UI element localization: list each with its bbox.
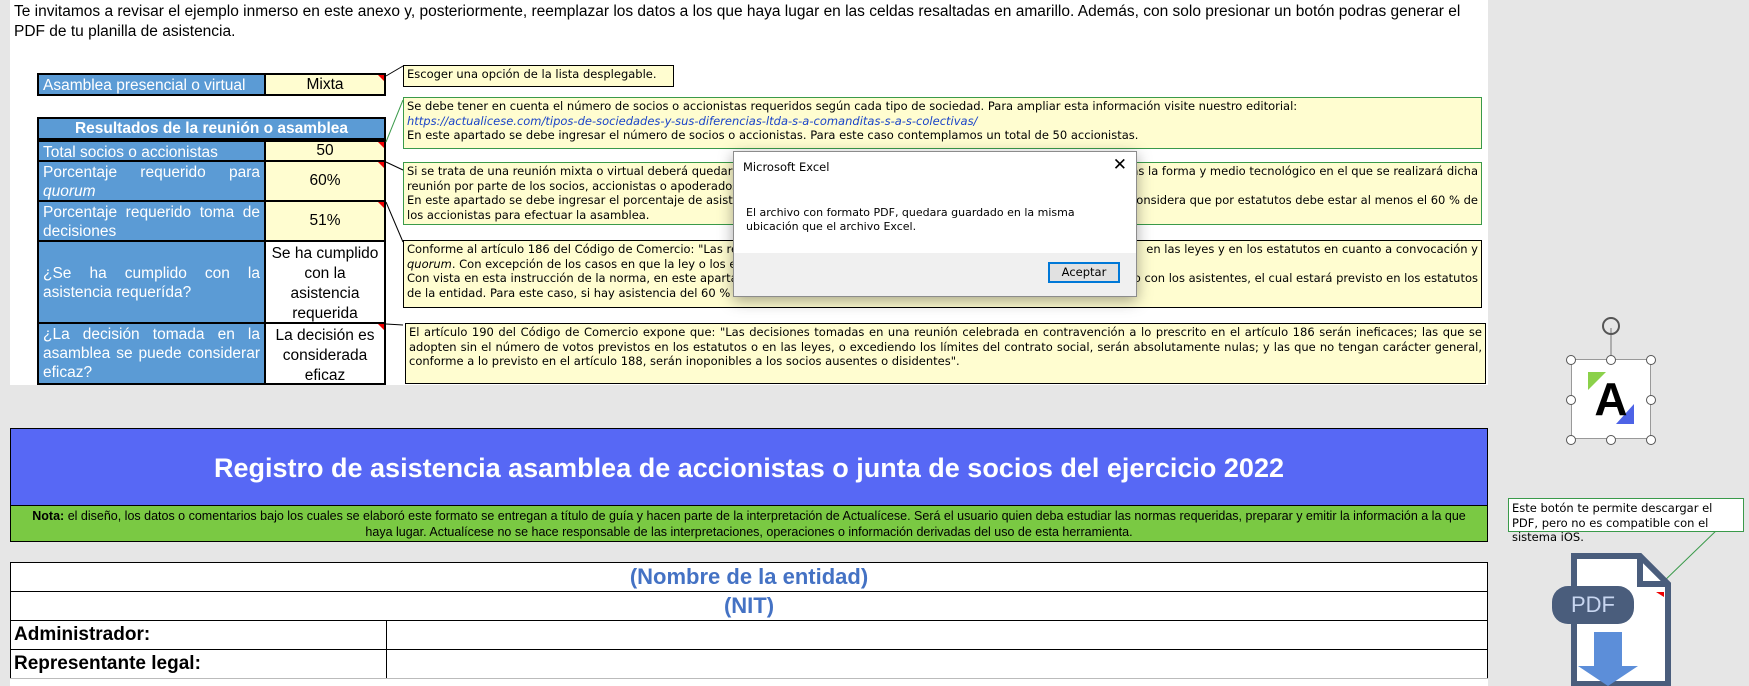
note-text: Con vista en esta instrucción de la norm…: [407, 271, 753, 285]
dialog-footer: Aceptar: [734, 253, 1136, 296]
connector-line: [385, 201, 404, 243]
legal-rep-label: Representante legal:: [11, 650, 387, 678]
selection-handles[interactable]: [1560, 312, 1670, 447]
note-text: as la forma y medio tecnológico en el qu…: [1131, 164, 1478, 178]
connector-line: [385, 161, 404, 171]
note-text: Se debe tener en cuenta el número de soc…: [407, 99, 1298, 113]
note-text: En este apartado se debe ingresar el núm…: [407, 128, 1139, 142]
administrator-label: Administrador:: [11, 621, 387, 649]
note-text: rdo con los asistentes, el cual estará p…: [1121, 271, 1478, 285]
connector-line: [385, 323, 404, 326]
disclaimer-text: el diseño, los datos o comentarios bajo …: [64, 509, 1466, 539]
pdf-button-note: Este botón te permite descargar el PDF, …: [1508, 498, 1744, 544]
note-text: en las leyes y en los estatutos en cuant…: [1146, 242, 1478, 256]
disclaimer-label: Nota:: [32, 509, 65, 523]
comment-note-effective: El artículo 190 del Código de Comercio e…: [405, 323, 1486, 384]
accept-button[interactable]: Aceptar: [1048, 262, 1120, 283]
close-icon[interactable]: ✕: [1113, 155, 1127, 175]
connector-line: [385, 99, 404, 143]
note-text: . Con excepción de los casos en que la l…: [451, 256, 754, 271]
legal-rep-row: Representante legal:: [10, 649, 1488, 679]
administrator-row: Administrador:: [10, 620, 1488, 650]
dialog-title: Microsoft Excel: [743, 160, 830, 174]
comment-note-total: Se debe tener en cuenta el número de soc…: [403, 97, 1482, 149]
excel-message-dialog: Microsoft Excel ✕ El archivo con formato…: [733, 151, 1137, 297]
note-text: Si se trata de una reunión mixta o virtu…: [407, 164, 754, 178]
comment-note-modality: Escoger una opción de la lista desplegab…: [403, 65, 674, 87]
note-text: quorum: [407, 256, 452, 271]
sheet-bottom-strip: [10, 678, 1488, 686]
register-title-banner: Registro de asistencia asamblea de accio…: [10, 428, 1488, 506]
dialog-message: El archivo con formato PDF, quedara guar…: [746, 206, 1075, 233]
editorial-link[interactable]: https://actualicese.com/tipos-de-socieda…: [407, 114, 977, 128]
legal-rep-value-cell[interactable]: [388, 650, 1487, 678]
administrator-value-cell[interactable]: [388, 621, 1487, 649]
connector-line: [385, 65, 404, 77]
entity-name-cell[interactable]: (Nombre de la entidad): [10, 562, 1488, 592]
disclaimer-bar: Nota: el diseño, los datos o comentarios…: [10, 505, 1488, 542]
note-text: considera que por estatutos debe estar a…: [1129, 193, 1478, 207]
pdf-button-label: PDF: [1571, 592, 1615, 617]
pdf-download-button[interactable]: PDF: [1548, 552, 1674, 686]
note-text: Conforme al artículo 186 del Código de C…: [407, 242, 756, 256]
nit-cell[interactable]: (NIT): [10, 591, 1488, 621]
note-text: En este apartado se debe ingresar el por…: [407, 193, 754, 207]
